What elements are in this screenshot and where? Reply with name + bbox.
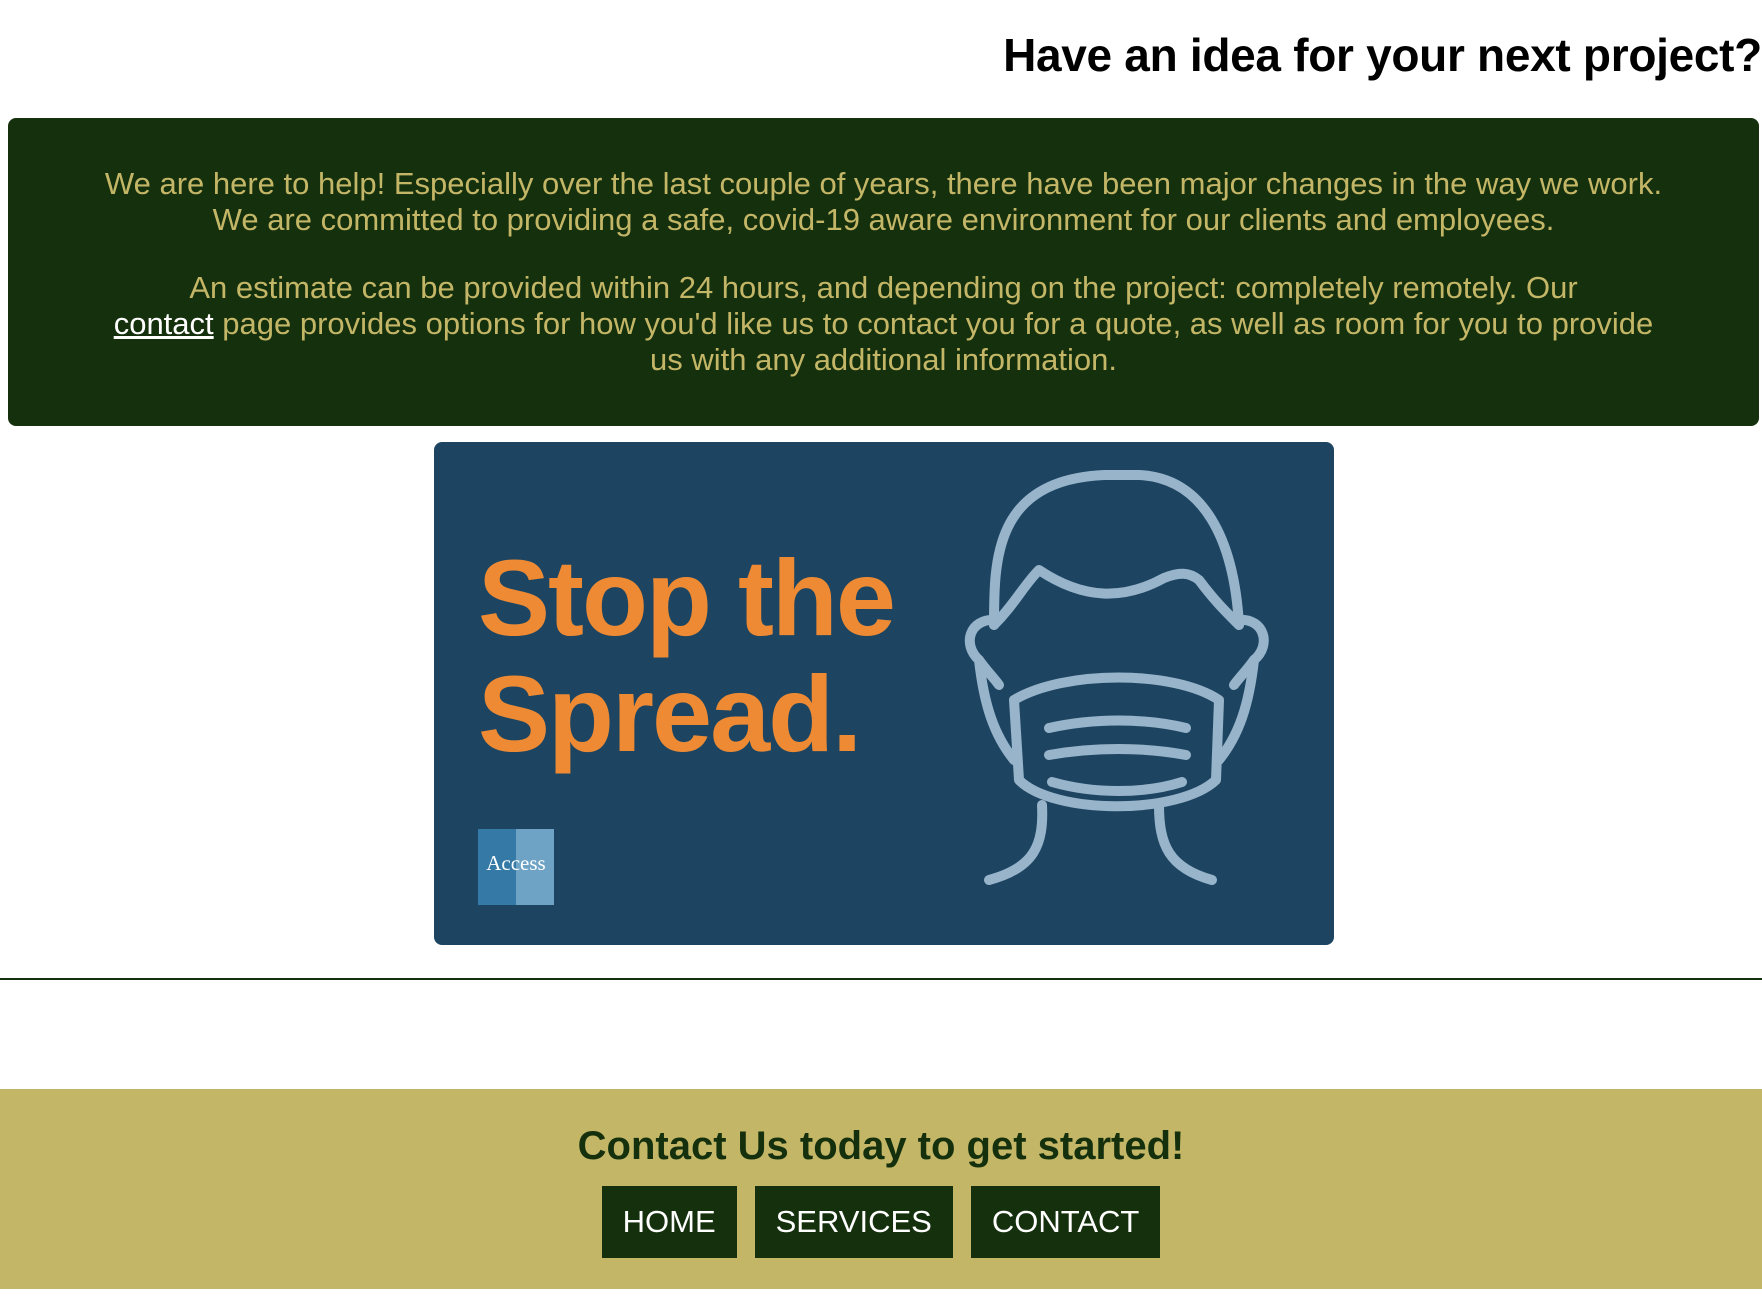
- stop-the-spread-banner: Stop the Spread. Access: [434, 442, 1334, 945]
- footer-nav: HOME SERVICES CONTACT: [0, 1186, 1762, 1258]
- info-box: We are here to help! Especially over the…: [8, 118, 1759, 426]
- contact-button[interactable]: CONTACT: [970, 1186, 1161, 1258]
- footer-heading: Contact Us today to get started!: [577, 1124, 1185, 1168]
- page: Have an idea for your next project? We a…: [0, 0, 1762, 1296]
- contact-link[interactable]: contact: [114, 306, 214, 341]
- banner-headline-line1: Stop the: [478, 537, 896, 658]
- estimate-text-continued: page provides options for how you'd like…: [222, 306, 1654, 377]
- footer: Contact Us today to get started! HOME SE…: [0, 1089, 1762, 1289]
- estimate-text: An estimate can be provided within 24 ho…: [189, 270, 1578, 305]
- page-title: Have an idea for your next project?: [1003, 29, 1762, 81]
- access-logo: Access: [478, 829, 554, 905]
- home-button[interactable]: HOME: [601, 1186, 737, 1258]
- services-button[interactable]: SERVICES: [754, 1186, 953, 1258]
- banner-headline: Stop the Spread.: [478, 537, 896, 774]
- banner-headline-line2: Spread.: [478, 653, 862, 774]
- section-divider: [0, 978, 1762, 980]
- info-paragraph-covid: We are here to help! Especially over the…: [104, 166, 1663, 237]
- face-mask-icon: [964, 470, 1269, 885]
- info-paragraph-estimate: An estimate can be provided within 24 ho…: [103, 270, 1664, 378]
- access-logo-text: Access: [486, 851, 546, 875]
